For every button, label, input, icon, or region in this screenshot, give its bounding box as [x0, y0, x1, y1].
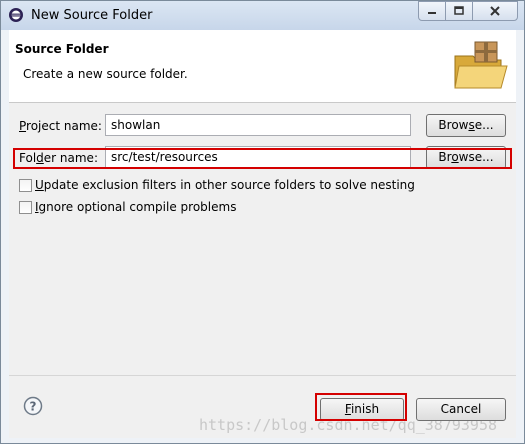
minimize-icon [428, 12, 436, 14]
folder-highlight-box [13, 148, 512, 169]
window-title: New Source Folder [31, 8, 153, 23]
close-icon [490, 6, 500, 16]
ignore-optional-checkbox[interactable] [19, 201, 32, 214]
project-browse-button[interactable]: Browse... [426, 114, 506, 137]
form-area: Project name: showlan Browse... Folder n… [9, 103, 516, 375]
package-folder-icon [454, 41, 508, 89]
close-button[interactable] [472, 1, 518, 21]
ignore-optional-label[interactable]: Ignore optional compile problems [35, 200, 236, 214]
maximize-icon [454, 6, 464, 15]
help-icon[interactable]: ? [23, 396, 43, 416]
finish-highlight-box [315, 393, 407, 421]
window-controls [418, 1, 518, 21]
wizard-header: Source Folder Create a new source folder… [9, 30, 516, 103]
button-bar: ? https://blog.csdn.net/qq_38793958 Fini… [9, 375, 516, 438]
project-name-label: Project name: [19, 119, 102, 133]
cancel-button[interactable]: Cancel [416, 398, 506, 421]
eclipse-icon [9, 8, 23, 22]
page-title: Source Folder [15, 42, 109, 56]
update-exclusion-checkbox[interactable] [19, 179, 32, 192]
project-name-input[interactable]: showlan [105, 114, 411, 136]
svg-text:?: ? [30, 400, 37, 414]
maximize-button[interactable] [445, 1, 473, 21]
minimize-button[interactable] [418, 1, 446, 21]
new-source-folder-dialog: New Source Folder Source Folder Create a… [0, 0, 525, 444]
page-description: Create a new source folder. [23, 67, 188, 81]
update-exclusion-label[interactable]: Update exclusion filters in other source… [35, 178, 415, 192]
title-bar: New Source Folder [1, 1, 524, 30]
